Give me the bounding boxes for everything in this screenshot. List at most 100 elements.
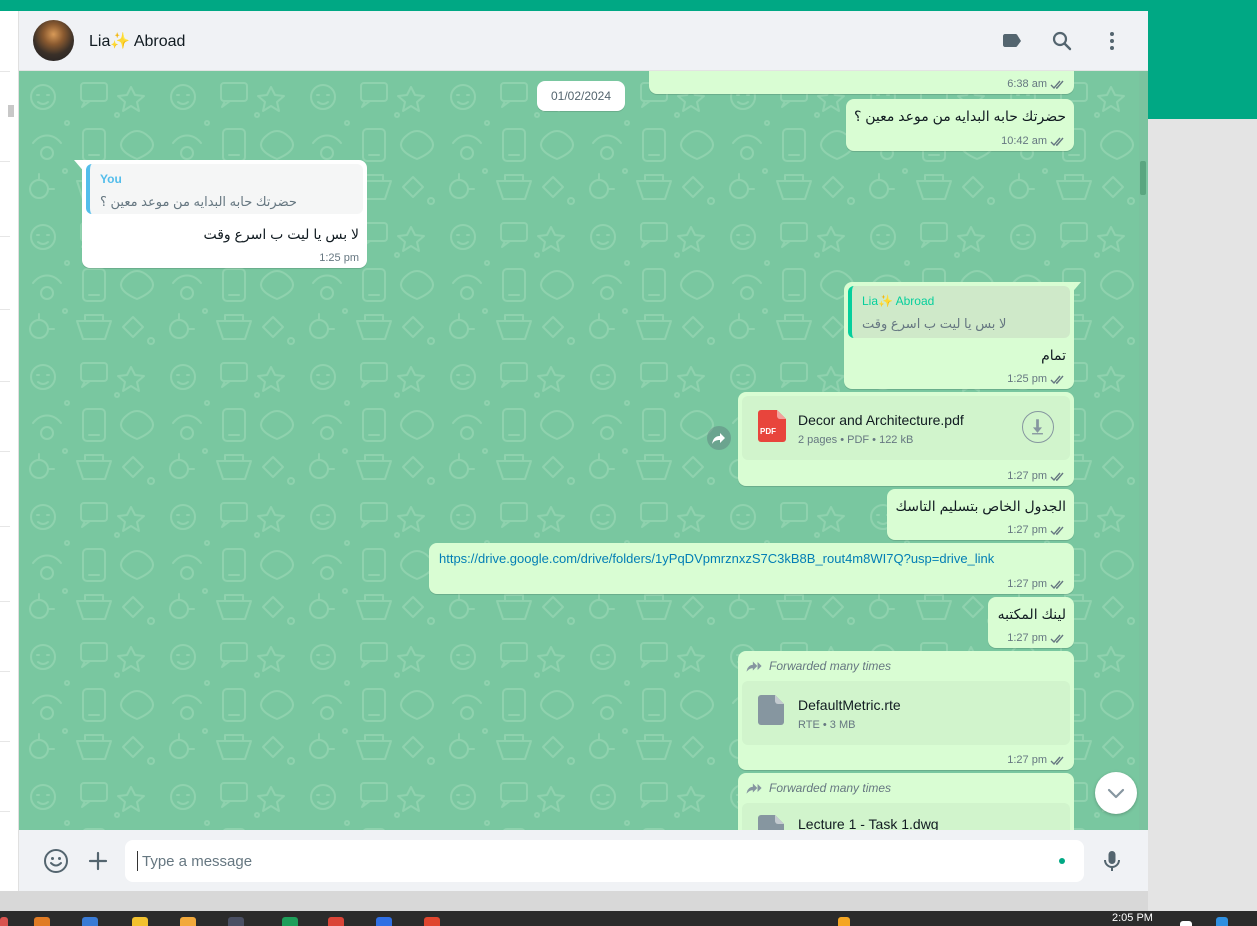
quote-author: Lia✨ Abroad: [862, 294, 935, 308]
forward-icon: [746, 783, 762, 794]
message-bubble-outgoing[interactable]: 6:38 am: [649, 71, 1074, 94]
window-top-band: [0, 0, 1257, 11]
taskbar-app-icon[interactable]: [34, 917, 50, 926]
forwarded-label: Forwarded many times: [746, 659, 891, 673]
taskbar-app-icon[interactable]: [82, 917, 98, 926]
scrollbar-thumb[interactable]: [1140, 161, 1146, 195]
double-check-icon: [1050, 80, 1064, 89]
message-time: 1:27 pm: [1007, 754, 1047, 766]
message-input[interactable]: [137, 851, 1037, 871]
message-text: لينك المكتبه: [997, 606, 1066, 622]
chevron-down-icon: [1107, 788, 1125, 799]
forward-icon: [746, 661, 762, 672]
message-text: حضرتك حابه البدايه من موعد معين ؟: [853, 108, 1066, 124]
taskbar-tray-icon[interactable]: [1180, 921, 1192, 926]
message-time: 1:25 pm: [1007, 373, 1047, 385]
message-input-box[interactable]: [125, 840, 1084, 882]
message-time: 6:38 am: [1007, 78, 1047, 90]
forwarded-text: Forwarded many times: [769, 781, 892, 795]
message-list[interactable]: 01/02/2024 6:38 am حضرتك حابه البدايه من…: [19, 71, 1139, 830]
taskbar-app-icon[interactable]: [424, 917, 440, 926]
message-meta: 10:42 am: [1001, 135, 1066, 147]
taskbar-tray-icon[interactable]: [1216, 917, 1228, 926]
divider: [0, 236, 10, 237]
download-icon: [1032, 419, 1043, 435]
message-meta: 6:38 am: [1007, 78, 1066, 90]
message-meta: 1:27 pm: [1007, 470, 1066, 482]
taskbar-clock[interactable]: 2:05 PM: [1112, 912, 1153, 924]
scroll-mark: [8, 105, 14, 117]
message-time: 1:25 pm: [319, 252, 359, 264]
message-bubble-link[interactable]: https://drive.google.com/drive/folders/1…: [429, 543, 1074, 594]
avatar[interactable]: [33, 20, 74, 61]
taskbar-app-icon[interactable]: [0, 917, 8, 926]
message-bubble-outgoing[interactable]: لينك المكتبه 1:27 pm: [988, 597, 1074, 648]
message-text: تمام: [1041, 347, 1066, 363]
attach-button[interactable]: [85, 848, 111, 874]
scroll-to-bottom-button[interactable]: [1095, 772, 1137, 814]
message-bubble-outgoing[interactable]: Lia✨ Abroad لا بس يا ليت ب اسرع وقت تمام…: [844, 282, 1074, 389]
forward-button[interactable]: [707, 426, 731, 450]
taskbar-app-icon[interactable]: [132, 917, 148, 926]
quote-text: حضرتك حابه البدايه من موعد معين ؟: [100, 194, 297, 209]
message-meta: 1:27 pm: [1007, 578, 1066, 590]
divider: [0, 161, 10, 162]
quoted-message[interactable]: You حضرتك حابه البدايه من موعد معين ؟: [86, 164, 363, 214]
message-bubble-document[interactable]: Forwarded many times Lecture 1 - Task 1.…: [738, 773, 1074, 830]
emoji-button[interactable]: [43, 848, 69, 874]
file-icon: [758, 695, 784, 725]
contact-name[interactable]: Lia✨ Abroad: [89, 31, 185, 51]
message-bubble-incoming[interactable]: You حضرتك حابه البدايه من موعد معين ؟ لا…: [82, 160, 367, 268]
message-link[interactable]: https://drive.google.com/drive/folders/1…: [439, 551, 994, 566]
download-button[interactable]: [1022, 411, 1054, 443]
file-info: 2 pages • PDF • 122 kB: [798, 434, 914, 446]
double-check-icon: [1050, 756, 1064, 765]
message-bubble-outgoing[interactable]: الجدول الخاص بتسليم التاسك 1:27 pm: [887, 489, 1074, 540]
double-check-icon: [1050, 472, 1064, 481]
message-meta: 1:25 pm: [319, 252, 359, 264]
taskbar-app-icon[interactable]: [282, 917, 298, 926]
file-info: RTE • 3 MB: [798, 719, 856, 731]
message-meta: 1:27 pm: [1007, 632, 1066, 644]
message-meta: 1:27 pm: [1007, 524, 1066, 536]
double-check-icon: [1050, 580, 1064, 589]
status-dot: [1059, 858, 1065, 864]
double-check-icon: [1050, 137, 1064, 146]
file-icon: [758, 815, 784, 830]
label-icon[interactable]: [1000, 29, 1024, 53]
divider: [0, 309, 10, 310]
taskbar-app-icon[interactable]: [376, 917, 392, 926]
file-name: Lecture 1 - Task 1.dwg: [798, 816, 939, 830]
message-bubble-outgoing[interactable]: حضرتك حابه البدايه من موعد معين ؟ 10:42 …: [846, 99, 1074, 151]
date-chip: 01/02/2024: [537, 81, 625, 111]
document-attachment[interactable]: PDF Decor and Architecture.pdf 2 pages •…: [742, 396, 1070, 460]
background-panel: [1148, 119, 1257, 911]
taskbar-notification-icon[interactable]: [838, 917, 850, 926]
os-taskbar: 2:05 PM: [0, 911, 1257, 926]
document-attachment[interactable]: Lecture 1 - Task 1.dwg: [742, 803, 1070, 830]
file-name: DefaultMetric.rte: [798, 697, 901, 713]
message-meta: 1:27 pm: [1007, 754, 1066, 766]
quoted-message[interactable]: Lia✨ Abroad لا بس يا ليت ب اسرع وقت: [848, 286, 1070, 338]
divider: [0, 741, 10, 742]
message-time: 1:27 pm: [1007, 470, 1047, 482]
composer-bar: [19, 830, 1148, 891]
divider: [0, 71, 10, 72]
message-bubble-document[interactable]: PDF Decor and Architecture.pdf 2 pages •…: [738, 392, 1074, 486]
taskbar-app-icon[interactable]: [228, 917, 244, 926]
voice-message-button[interactable]: [1099, 848, 1125, 874]
taskbar-app-icon[interactable]: [180, 917, 196, 926]
message-bubble-document[interactable]: Forwarded many times DefaultMetric.rte R…: [738, 651, 1074, 770]
divider: [0, 601, 10, 602]
message-text: الجدول الخاص بتسليم التاسك: [895, 498, 1067, 514]
double-check-icon: [1050, 526, 1064, 535]
search-icon[interactable]: [1050, 29, 1074, 53]
menu-icon[interactable]: [1100, 29, 1124, 53]
chat-header[interactable]: Lia✨ Abroad: [19, 11, 1148, 71]
taskbar-app-icon[interactable]: [328, 917, 344, 926]
message-time: 1:27 pm: [1007, 524, 1047, 536]
document-attachment[interactable]: DefaultMetric.rte RTE • 3 MB: [742, 681, 1070, 745]
pdf-icon: [758, 410, 786, 442]
divider: [0, 526, 10, 527]
message-time: 10:42 am: [1001, 135, 1047, 147]
